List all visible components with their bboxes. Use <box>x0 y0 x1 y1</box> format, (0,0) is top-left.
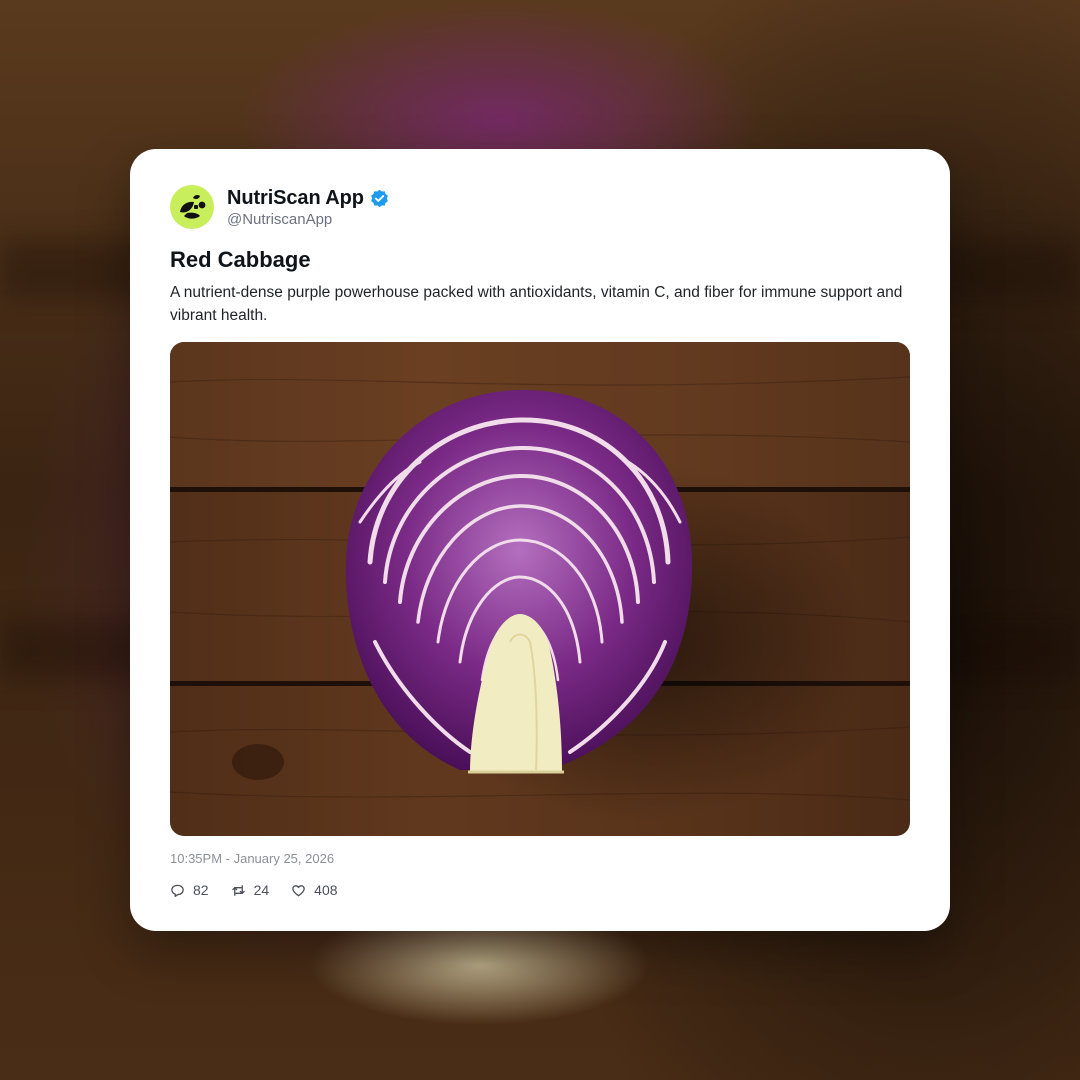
leaf-logo-icon <box>180 194 206 219</box>
repost-icon <box>231 883 246 898</box>
author-display-name[interactable]: NutriScan App <box>227 187 364 210</box>
post-card: NutriScan App @NutriscanApp Red Cabbage … <box>130 149 950 931</box>
post-actions: 82 24 408 <box>170 880 360 900</box>
post-image[interactable] <box>170 342 910 836</box>
repost-button[interactable]: 24 <box>231 882 270 898</box>
heart-icon <box>291 883 306 898</box>
like-button[interactable]: 408 <box>291 882 338 898</box>
like-count: 408 <box>314 882 338 898</box>
repost-count: 24 <box>253 882 270 898</box>
post-timestamp: 10:35PM - January 25, 2026 <box>170 851 335 866</box>
author-handle[interactable]: @NutriscanApp <box>227 211 389 228</box>
post-title: Red Cabbage <box>170 247 311 272</box>
red-cabbage-image <box>170 342 910 836</box>
avatar[interactable] <box>170 185 214 229</box>
post-description: A nutrient-dense purple powerhouse packe… <box>170 284 903 324</box>
reply-button[interactable]: 82 <box>170 882 209 898</box>
reply-count: 82 <box>193 882 209 898</box>
post-header: NutriScan App @NutriscanApp <box>170 185 389 229</box>
verified-badge-icon <box>370 189 389 208</box>
reply-icon <box>170 883 185 898</box>
